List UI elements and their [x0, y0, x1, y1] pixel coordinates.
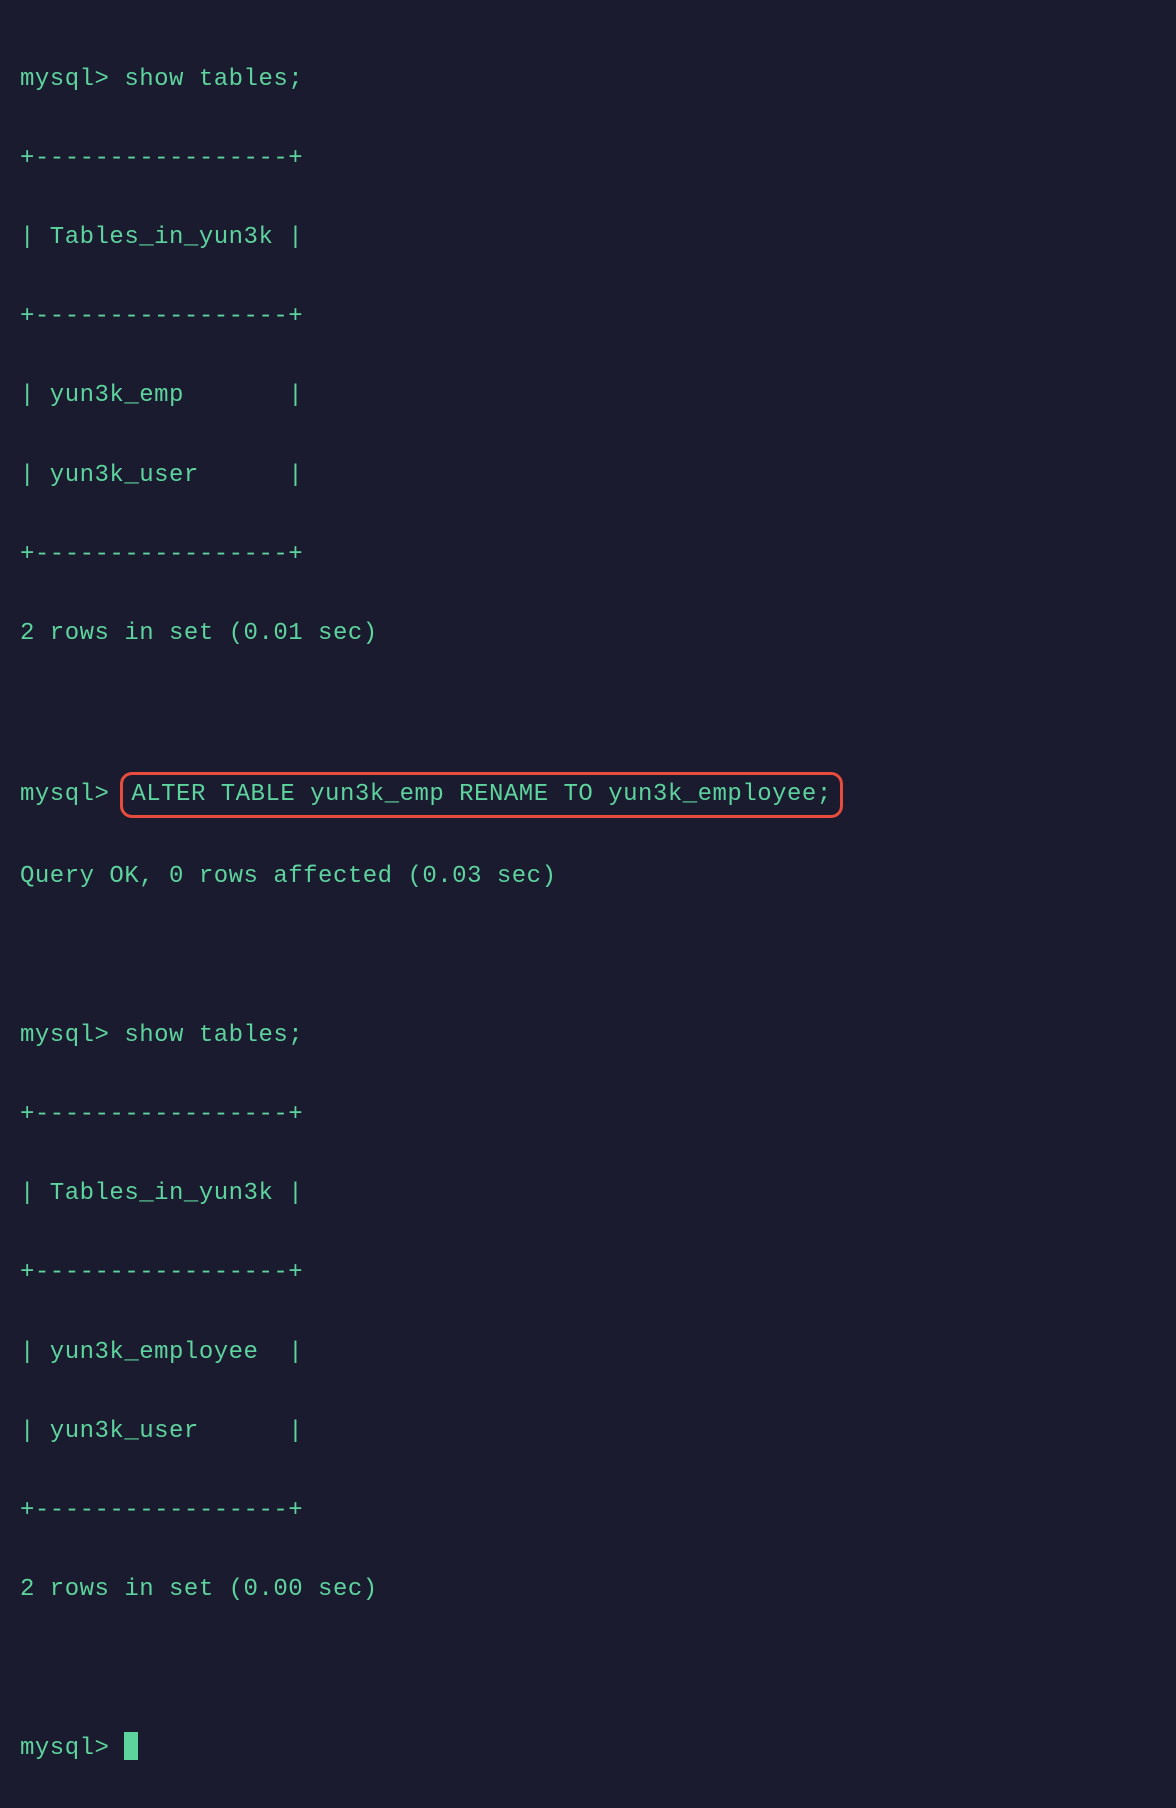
highlighted-command: ALTER TABLE yun3k_emp RENAME TO yun3k_em…: [120, 772, 842, 818]
table-row: | yun3k_user |: [20, 456, 1156, 496]
prompt: mysql>: [20, 1022, 109, 1049]
result-summary: 2 rows in set (0.00 sec): [20, 1570, 1156, 1610]
command-line-2: mysql> ALTER TABLE yun3k_emp RENAME TO y…: [20, 772, 1156, 818]
cursor-icon: [124, 1732, 138, 1760]
table-border: +-----------------+: [20, 535, 1156, 575]
blank-line: [20, 693, 1156, 733]
table-border: +-----------------+: [20, 139, 1156, 179]
command-line-3: mysql> show tables;: [20, 1016, 1156, 1056]
prompt: mysql>: [20, 1735, 109, 1762]
result-summary: 2 rows in set (0.01 sec): [20, 614, 1156, 654]
table-header: | Tables_in_yun3k |: [20, 218, 1156, 258]
table-border: +-----------------+: [20, 1491, 1156, 1531]
table-border: +-----------------+: [20, 1095, 1156, 1135]
terminal-output[interactable]: mysql> show tables; +-----------------+ …: [20, 20, 1156, 1808]
command-line-1: mysql> show tables;: [20, 60, 1156, 100]
blank-line: [20, 1649, 1156, 1689]
current-prompt-line[interactable]: mysql>: [20, 1729, 1156, 1769]
query-result: Query OK, 0 rows affected (0.03 sec): [20, 857, 1156, 897]
table-border: +-----------------+: [20, 1253, 1156, 1293]
table-row: | yun3k_emp |: [20, 376, 1156, 416]
table-border: +-----------------+: [20, 297, 1156, 337]
blank-line: [20, 937, 1156, 977]
table-header: | Tables_in_yun3k |: [20, 1174, 1156, 1214]
command-text: ALTER TABLE yun3k_emp RENAME TO yun3k_em…: [131, 781, 831, 808]
prompt: mysql>: [20, 66, 109, 93]
table-row: | yun3k_employee |: [20, 1333, 1156, 1373]
table-row: | yun3k_user |: [20, 1412, 1156, 1452]
command-text: show tables;: [124, 1022, 303, 1049]
command-text: show tables;: [124, 66, 303, 93]
prompt: mysql>: [20, 781, 109, 808]
